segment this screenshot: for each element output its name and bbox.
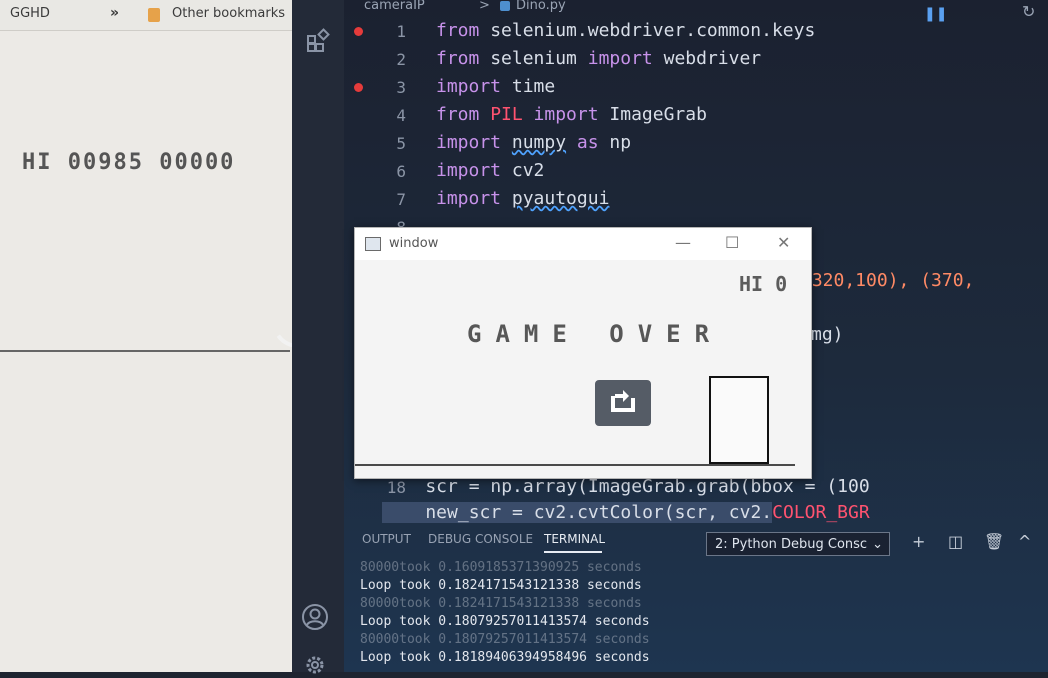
tab-debug-console[interactable]: DEBUG CONSOLE: [428, 532, 533, 546]
code-line: 1 from selenium.webdriver.common.keys: [344, 18, 1048, 46]
bottom-panel: OUTPUT DEBUG CONSOLE TERMINAL 2: Python …: [344, 524, 1048, 672]
game-over-text: GAME OVER: [467, 320, 724, 348]
code-text: np: [598, 132, 632, 153]
obstacle-bounding-box: [709, 376, 769, 464]
code-line: 3 import time: [344, 74, 1048, 102]
keyword: from: [436, 48, 480, 69]
line-number: 6: [396, 162, 406, 181]
game-hi-score: HI 0: [739, 272, 788, 296]
line-number: 1: [396, 22, 406, 41]
maximize-panel-icon[interactable]: ^: [1018, 532, 1031, 551]
keyword: import: [436, 188, 502, 209]
code-text: new_scr = cv2.cvtColor(scr, cv2.: [382, 502, 773, 523]
code-line: 2 from selenium import webdriver: [344, 46, 1048, 74]
keyword: import: [436, 160, 502, 181]
keyword: import: [436, 76, 502, 97]
keyword: from: [436, 20, 480, 41]
more-bookmarks-chevron-icon[interactable]: »: [110, 5, 119, 21]
folder-icon: [148, 8, 160, 22]
line-number: 7: [396, 190, 406, 209]
breadcrumb: cameraIP > Dino.py ❚❚ ↻: [344, 0, 1048, 22]
code-text: pyautogui: [511, 188, 610, 209]
code-line: 7 import pyautogui: [344, 186, 1048, 214]
line-number: 3: [396, 78, 406, 97]
extensions-icon[interactable]: [306, 28, 332, 54]
keyword: import: [533, 104, 599, 125]
code-text: time: [501, 76, 556, 97]
keyword: import: [587, 48, 653, 69]
tab-output[interactable]: OUTPUT: [362, 532, 411, 546]
code-text: (320,100), (370,: [801, 270, 975, 291]
tab-terminal[interactable]: TERMINAL: [544, 532, 605, 546]
add-terminal-icon[interactable]: +: [912, 532, 925, 551]
account-icon[interactable]: [300, 602, 330, 632]
restart-arrow-icon: [611, 390, 635, 412]
panel-tabs: OUTPUT DEBUG CONSOLE TERMINAL 2: Python …: [344, 524, 1048, 556]
opencv-preview-window[interactable]: window — ☐ ✕ HI 0 GAME OVER: [354, 227, 812, 479]
code-text: cv2: [501, 160, 545, 181]
activity-bar: [292, 0, 344, 674]
window-titlebar[interactable]: window — ☐ ✕: [355, 228, 811, 260]
breakpoint-icon[interactable]: [354, 27, 363, 36]
keyword: as: [566, 132, 599, 153]
game-ground: [0, 350, 290, 352]
breadcrumb-separator: >: [479, 0, 490, 13]
code-line: 6 import cv2: [344, 158, 1048, 186]
terminal-line: Loop took 0.18189406394958496 seconds: [360, 650, 650, 665]
bookmarks-bar: GGHD » Other bookmarks: [0, 0, 292, 31]
minimize-icon[interactable]: —: [675, 233, 691, 252]
bookmark-gghd[interactable]: GGHD: [10, 6, 50, 21]
window-title: window: [389, 236, 439, 251]
code-text: mg): [811, 324, 844, 345]
code-text: ImageGrab: [598, 104, 707, 125]
game-ground: [355, 464, 795, 466]
split-terminal-icon[interactable]: ◫: [948, 532, 963, 551]
game-score: HI 00985 00000: [22, 150, 236, 175]
code-text: numpy: [511, 132, 567, 153]
terminal-select-value: 2: Python Debug Consc: [715, 537, 868, 552]
terminal-select[interactable]: 2: Python Debug Consc ⌄: [706, 532, 890, 556]
close-icon[interactable]: ✕: [777, 233, 790, 252]
terminal-line: 80000took 0.18079257011413574 seconds: [360, 632, 650, 647]
terminal-line: 80000took 0.1609185371390925 seconds: [360, 560, 642, 575]
terminal-line: Loop took 0.18079257011413574 seconds: [360, 614, 650, 629]
active-tab-indicator: [544, 551, 602, 553]
keyword: import: [436, 132, 502, 153]
code-text: scr = np.array(ImageGrab.grab(bbox = (10…: [382, 476, 870, 497]
line-number: 2: [396, 50, 406, 69]
breakpoint-icon[interactable]: [354, 83, 363, 92]
breadcrumb-folder[interactable]: cameraIP: [364, 0, 425, 13]
code-line: 5 import numpy as np: [344, 130, 1048, 158]
code-text: selenium.webdriver.common.keys: [479, 20, 816, 41]
maximize-icon[interactable]: ☐: [725, 233, 739, 252]
browser-window: GGHD » Other bookmarks HI 00985 00000: [0, 0, 292, 672]
code-line: 4 from PIL import ImageGrab: [344, 102, 1048, 130]
python-file-icon: [500, 1, 510, 11]
chevron-down-icon: ⌄: [872, 537, 883, 552]
code-text: COLOR_BGR: [772, 502, 870, 523]
code-text: selenium: [479, 48, 588, 69]
line-number: 5: [396, 134, 406, 153]
terminal-line: 80000took 0.1824171543121338 seconds: [360, 596, 642, 611]
restart-icon[interactable]: [595, 380, 651, 426]
line-number: 4: [396, 106, 406, 125]
code-text: webdriver: [652, 48, 762, 69]
window-app-icon: [365, 237, 381, 251]
unresolved-import: PIL: [479, 104, 534, 125]
other-bookmarks[interactable]: Other bookmarks: [172, 6, 285, 21]
breadcrumb-file[interactable]: Dino.py: [516, 0, 566, 13]
keyword: from: [436, 104, 480, 125]
trash-icon[interactable]: 🗑: [984, 532, 1004, 551]
settings-gear-icon[interactable]: [302, 652, 328, 678]
terminal-line: Loop took 0.1824171543121338 seconds: [360, 578, 642, 593]
